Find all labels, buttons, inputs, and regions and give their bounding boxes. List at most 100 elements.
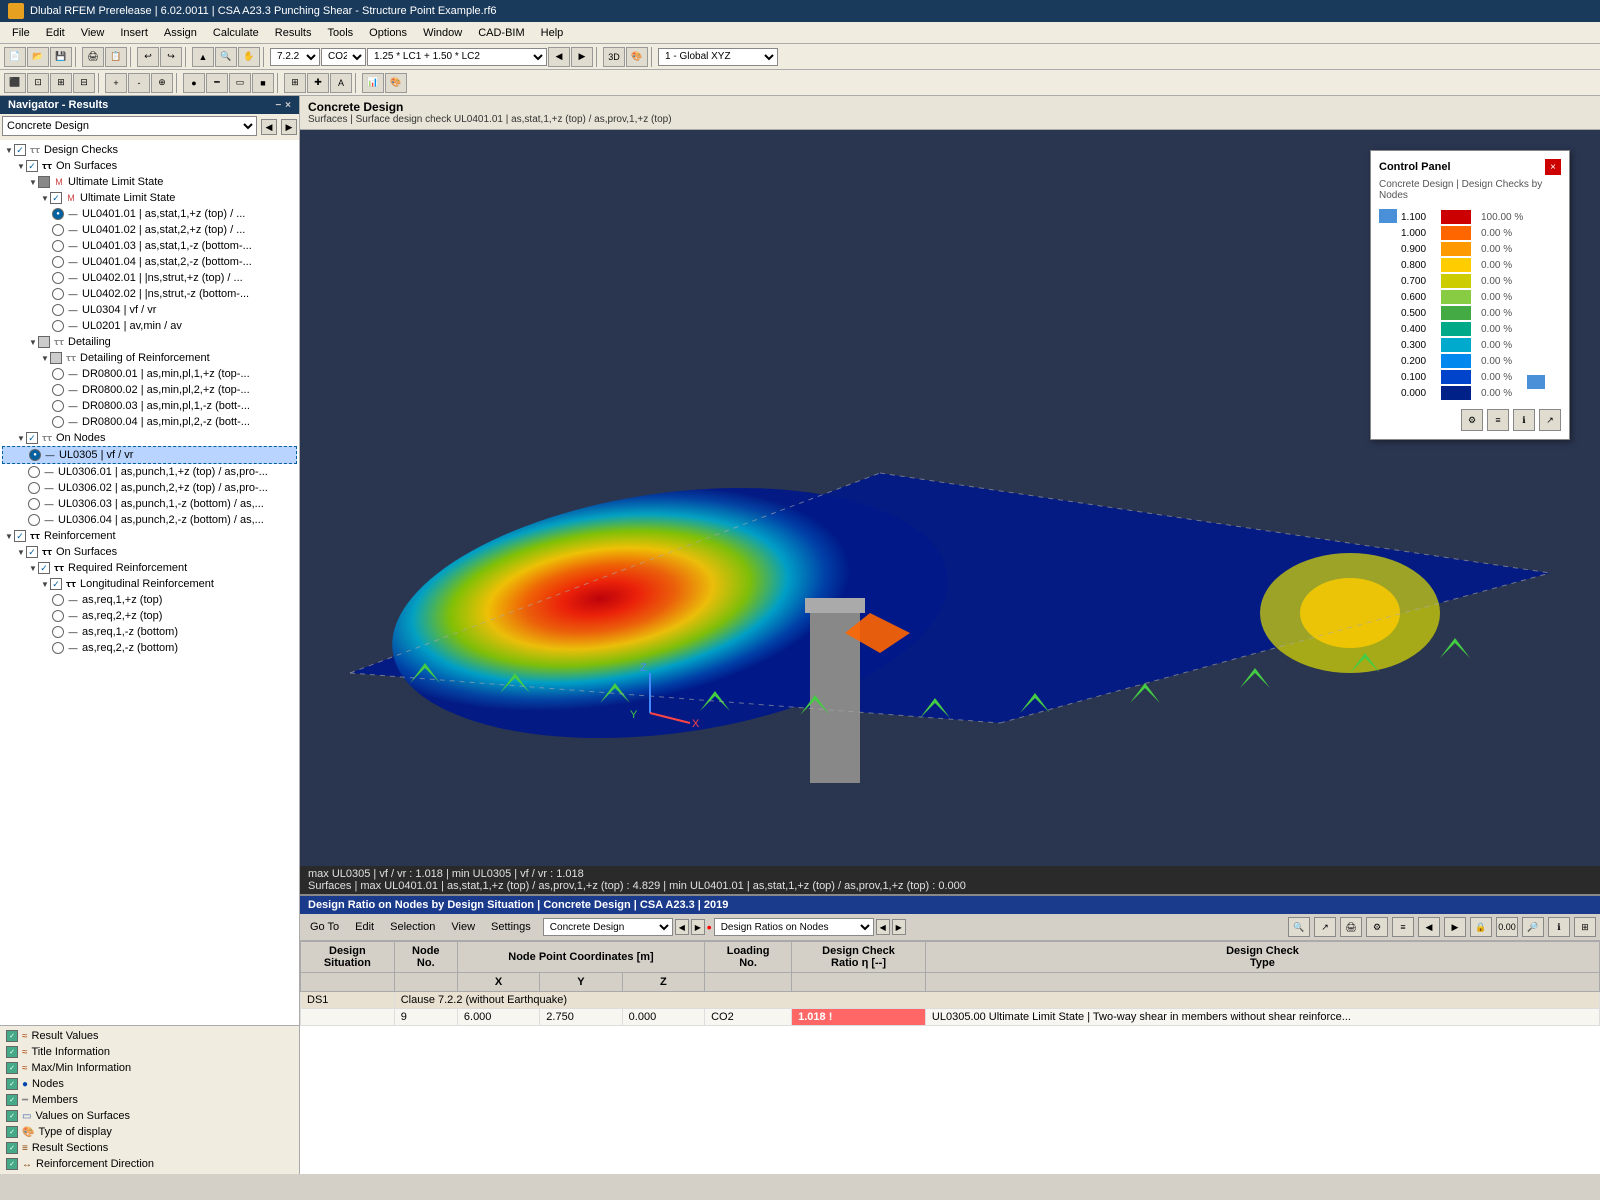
tb-new[interactable]: 📄 [4,47,26,67]
radio-dr0800-04[interactable] [52,416,64,428]
panel-action-1[interactable]: ⚙ [1461,409,1483,431]
menu-tools[interactable]: Tools [319,25,361,41]
results-tb-next[interactable]: ▶ [1444,917,1466,937]
expand-detailing[interactable]: ▼ [28,337,38,347]
radio-ul0401-04[interactable] [52,256,64,268]
cb-result-sections[interactable]: ✓ [6,1142,18,1154]
tree-detailing-reinf[interactable]: ▼ 𝛕𝛕 Detailing of Reinforcement [2,350,297,366]
radio-ul0304[interactable] [52,304,64,316]
cb-required-reinf[interactable] [38,562,50,574]
expand-reinforcement[interactable]: ▼ [4,531,14,541]
expand-on-surfaces-2[interactable]: ▼ [16,547,26,557]
menu-help[interactable]: Help [533,25,572,41]
th-x[interactable]: X [457,973,539,992]
tb-view-all[interactable]: ⬛ [4,73,26,93]
nav-result-sections[interactable]: ✓ ≡ Result Sections [2,1140,297,1156]
tree-on-surfaces-2[interactable]: ▼ 𝛕𝛕 On Surfaces [2,544,297,560]
th-coord-header[interactable]: Node Point Coordinates [m] [457,942,704,973]
radio-dr0800-01[interactable] [52,368,64,380]
radio-as-req-1-top[interactable] [52,594,64,606]
tb-view-top[interactable]: ⊡ [27,73,49,93]
nav-dropdown[interactable]: Concrete Design [2,116,257,136]
tree-ul0304[interactable]: — UL0304 | vf / vr [2,302,297,318]
tb-member[interactable]: ━ [206,73,228,93]
radio-ul0401-01[interactable] [52,208,64,220]
menu-options[interactable]: Options [361,25,415,41]
nav-type-of-display[interactable]: ✓ 🎨 Type of display [2,1124,297,1140]
tb-result-diag[interactable]: 📊 [362,73,384,93]
cb-nodes[interactable]: ✓ [6,1078,18,1090]
tree-dr0800-01[interactable]: — DR0800.01 | as,min,pl,1,+z (top-... [2,366,297,382]
tree-ul0306-02[interactable]: — UL0306.02 | as,punch,2,+z (top) / as,p… [2,480,297,496]
expand-required-reinf[interactable]: ▼ [28,563,38,573]
tree-ul0401-02[interactable]: — UL0401.02 | as,stat,2,+z (top) / ... [2,222,297,238]
tree-ul0305[interactable]: — UL0305 | vf / vr [2,446,297,464]
panel-action-4[interactable]: ↗ [1539,409,1561,431]
radio-ul0306-03[interactable] [28,498,40,510]
tb-undo[interactable]: ↩ [137,47,159,67]
tb-view-side[interactable]: ⊟ [73,73,95,93]
expand-design-checks[interactable]: ▼ [4,145,14,155]
nav-members[interactable]: ✓ ━ Members [2,1092,297,1108]
menu-insert[interactable]: Insert [112,25,156,41]
cb-reinforcement[interactable] [14,530,26,542]
load-combo-detail[interactable]: 1.25 * LC1 + 1.50 * LC2 [367,48,547,66]
radio-ul0306-01[interactable] [28,466,40,478]
tree-ul0402-02[interactable]: — UL0402.02 | |ns,strut,-z (bottom-... [2,286,297,302]
tree-ul0402-01[interactable]: — UL0402.01 | |ns,strut,+z (top) / ... [2,270,297,286]
nav-minimize-icon[interactable]: − [275,100,281,111]
results-table-container[interactable]: DesignSituation NodeNo. Node Point Coord… [300,941,1600,1174]
cb-uls-inner[interactable] [50,192,62,204]
tb-grid[interactable]: ⊞ [284,73,306,93]
results-next-btn-1[interactable]: ▶ [691,919,705,935]
nav-prev-btn[interactable]: ◀ [261,119,277,135]
th-ratio[interactable]: Design CheckRatio η [--] [792,942,926,973]
viewport[interactable]: Z X Y Control Panel × Concrete Design | … [300,130,1600,866]
tree-dr0800-03[interactable]: — DR0800.03 | as,min,pl,1,-z (bott-... [2,398,297,414]
tb-zoom-in[interactable]: + [105,73,127,93]
tb-next-lc[interactable]: ▶ [571,47,593,67]
radio-ul0306-04[interactable] [28,514,40,526]
th-y[interactable]: Y [540,973,622,992]
tb-open[interactable]: 📂 [27,47,49,67]
th-type[interactable]: Design CheckType [925,942,1599,973]
results-next-btn-2[interactable]: ▶ [892,919,906,935]
th-loading[interactable]: LoadingNo. [705,942,792,973]
radio-ul0402-02[interactable] [52,288,64,300]
tb-zoom[interactable]: 🔍 [215,47,237,67]
tb-prev-lc[interactable]: ◀ [548,47,570,67]
results-tb-prev[interactable]: ◀ [1418,917,1440,937]
expand-long-reinf[interactable]: ▼ [40,579,50,589]
nav-title-information[interactable]: ✓ ≈ Title Information [2,1044,297,1060]
tree-uls-outer[interactable]: ▼ M Ultimate Limit State [2,174,297,190]
expand-on-surfaces-1[interactable]: ▼ [16,161,26,171]
radio-as-req-2-bottom[interactable] [52,642,64,654]
cb-detailing-reinf[interactable] [50,352,62,364]
results-tb-search[interactable]: 🔎 [1522,917,1544,937]
menu-window[interactable]: Window [415,25,470,41]
results-tb-filter[interactable]: 🔍 [1288,917,1310,937]
tree-as-req-2-bottom[interactable]: — as,req,2,-z (bottom) [2,640,297,656]
radio-as-req-1-bottom[interactable] [52,626,64,638]
cb-members[interactable]: ✓ [6,1094,18,1106]
expand-uls-outer[interactable]: ▼ [28,177,38,187]
tree-on-surfaces-1[interactable]: ▼ 𝛕𝛕 On Surfaces [2,158,297,174]
tree-dr0800-02[interactable]: — DR0800.02 | as,min,pl,2,+z (top-... [2,382,297,398]
tree-as-req-1-top[interactable]: — as,req,1,+z (top) [2,592,297,608]
menu-edit[interactable]: Edit [38,25,73,41]
tree-ul0201[interactable]: — UL0201 | av,min / av [2,318,297,334]
tb-print[interactable]: 🖨 [82,47,104,67]
expand-detailing-reinf[interactable]: ▼ [40,353,50,363]
results-combo-2[interactable]: Design Ratios on Nodes [714,918,874,936]
scale-bottom-btn[interactable] [1527,375,1545,389]
tb-3d[interactable]: 3D [603,47,625,67]
tree-required-reinf[interactable]: ▼ 𝛕𝛕 Required Reinforcement [2,560,297,576]
panel-close-btn[interactable]: × [1545,159,1561,175]
radio-dr0800-02[interactable] [52,384,64,396]
cb-long-reinf[interactable] [50,578,62,590]
nav-next-btn[interactable]: ▶ [281,119,297,135]
tree-long-reinf[interactable]: ▼ 𝛕𝛕 Longitudinal Reinforcement [2,576,297,592]
results-tb-lock[interactable]: 🔒 [1470,917,1492,937]
tb-select[interactable]: ▲ [192,47,214,67]
radio-as-req-2-top[interactable] [52,610,64,622]
